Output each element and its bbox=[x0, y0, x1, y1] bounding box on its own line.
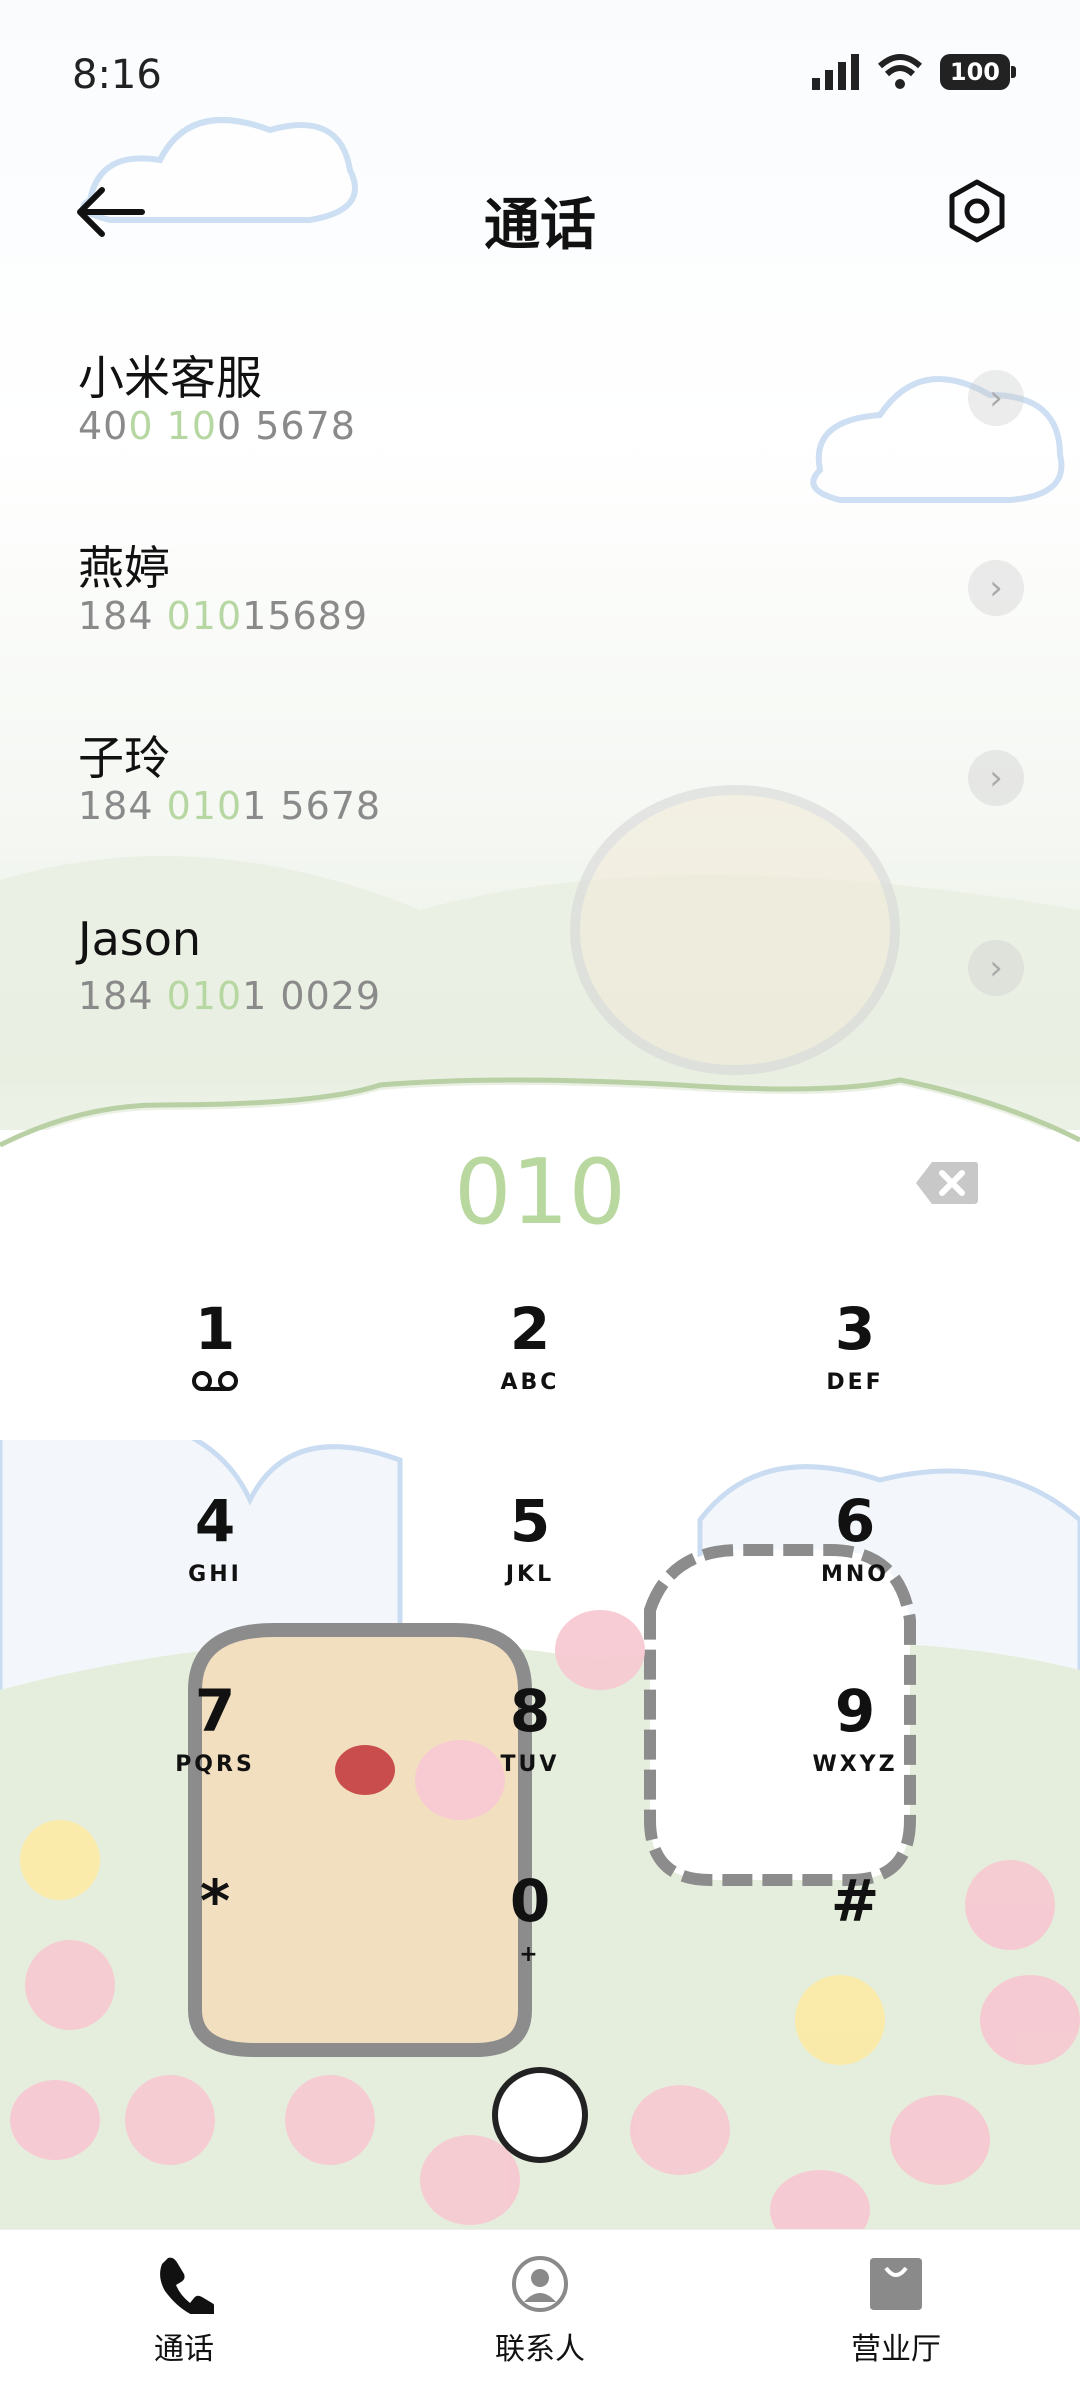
dial-key-digit: # bbox=[830, 1867, 880, 1935]
chevron-right-icon[interactable]: › bbox=[968, 940, 1024, 996]
dial-key-digit: * bbox=[199, 1867, 231, 1935]
dial-key-letters: DEF bbox=[826, 1370, 884, 1395]
dial-key-2[interactable]: 2 ABC bbox=[420, 1300, 640, 1450]
contact-row[interactable]: 小米客服 400 100 5678 › bbox=[0, 320, 1080, 510]
number-segment: 15689 bbox=[242, 594, 369, 638]
dial-key-letters: PQRS bbox=[175, 1752, 255, 1777]
dial-key-7[interactable]: 7 PQRS bbox=[105, 1682, 325, 1832]
dial-key-digit: 2 bbox=[509, 1295, 551, 1363]
chevron-right-icon[interactable]: › bbox=[968, 750, 1024, 806]
dial-key-6[interactable]: 6 MNO bbox=[745, 1492, 965, 1642]
contact-number: 184 01015689 bbox=[78, 594, 368, 638]
dial-key-letters: JKL bbox=[505, 1562, 555, 1587]
dial-key-3[interactable]: 3 DEF bbox=[745, 1300, 965, 1450]
dial-key-star[interactable]: * bbox=[105, 1872, 325, 2022]
dial-key-4[interactable]: 4 GHI bbox=[105, 1492, 325, 1642]
dial-key-digit: 7 bbox=[194, 1677, 236, 1745]
dial-key-5[interactable]: 5 JKL bbox=[420, 1492, 640, 1642]
dial-key-digit: 1 bbox=[194, 1295, 236, 1363]
tab-contacts[interactable]: 联系人 bbox=[440, 2252, 640, 2368]
tab-service-hall-label: 营业厅 bbox=[851, 2332, 941, 2367]
dial-key-letters: + bbox=[519, 1942, 541, 1967]
dial-key-digit: 8 bbox=[509, 1677, 551, 1745]
chevron-right-icon[interactable]: › bbox=[968, 560, 1024, 616]
dial-key-letters: GHI bbox=[188, 1562, 242, 1587]
header: 通话 bbox=[0, 160, 1080, 260]
backspace-icon[interactable] bbox=[914, 1160, 980, 1206]
dial-key-digit: 4 bbox=[194, 1487, 236, 1555]
number-segment: 1 0029 bbox=[242, 974, 382, 1018]
dial-key-letters: WXYZ bbox=[812, 1752, 898, 1777]
dial-key-digit: 6 bbox=[834, 1487, 876, 1555]
tab-calls-label: 通话 bbox=[154, 2332, 214, 2367]
status-time: 8:16 bbox=[72, 52, 162, 98]
dial-key-9[interactable]: 9 WXYZ bbox=[745, 1682, 965, 1832]
number-segment bbox=[154, 404, 167, 448]
chevron-right-icon[interactable]: › bbox=[968, 370, 1024, 426]
dial-key-letters: ABC bbox=[500, 1370, 560, 1395]
contact-row[interactable]: 子玲 184 0101 5678 › bbox=[0, 700, 1080, 890]
number-segment: 0 5678 bbox=[217, 404, 356, 448]
contact-name: 燕婷 bbox=[78, 541, 170, 595]
dial-key-1[interactable]: 1 bbox=[105, 1300, 325, 1450]
dial-key-digit: 3 bbox=[834, 1295, 876, 1363]
contact-number: 184 0101 0029 bbox=[78, 974, 381, 1018]
contact-name: 小米客服 bbox=[78, 351, 262, 405]
status-icons: 100 bbox=[811, 54, 1017, 90]
dial-key-letters: TUV bbox=[500, 1752, 560, 1777]
dial-key-hash[interactable]: # bbox=[745, 1872, 965, 2022]
battery-indicator: 100 bbox=[939, 54, 1017, 90]
number-segment: 184 bbox=[78, 784, 167, 828]
tab-contacts-label: 联系人 bbox=[495, 2332, 585, 2367]
dial-key-0[interactable]: 0 + bbox=[420, 1872, 640, 2022]
dial-key-digit: 0 bbox=[509, 1867, 551, 1935]
number-segment: 010 bbox=[166, 974, 243, 1018]
tab-calls[interactable]: 通话 bbox=[84, 2252, 284, 2368]
bottom-tab-bar: 通话 联系人 营业厅 bbox=[0, 2229, 1080, 2402]
number-segment: 010 bbox=[166, 784, 243, 828]
phone-icon bbox=[160, 2257, 214, 2314]
contact-row[interactable]: 燕婷 184 01015689 › bbox=[0, 510, 1080, 700]
contact-name: 子玲 bbox=[78, 731, 170, 785]
dial-key-digit: 9 bbox=[834, 1677, 876, 1745]
signal-icon bbox=[811, 54, 859, 90]
number-segment: 40 bbox=[78, 404, 129, 448]
bag-icon bbox=[870, 2258, 922, 2310]
contact-number: 184 0101 5678 bbox=[78, 784, 381, 828]
contact-row[interactable]: Jason 184 0101 0029 › bbox=[0, 890, 1080, 1080]
number-segment: 0 bbox=[128, 404, 154, 448]
person-icon bbox=[512, 2256, 568, 2312]
voicemail-icon bbox=[105, 1370, 325, 1398]
status-bar: 8:16 100 bbox=[72, 40, 1017, 110]
contact-name: Jason bbox=[78, 912, 202, 966]
number-segment: 184 bbox=[78, 974, 167, 1018]
contact-suggestions: 小米客服 400 100 5678 › 燕婷 184 01015689 › 子玲 184 01… bbox=[0, 320, 1080, 1080]
dial-key-letters: MNO bbox=[820, 1562, 889, 1587]
number-segment: 10 bbox=[166, 404, 217, 448]
dial-key-digit: 5 bbox=[509, 1487, 551, 1555]
settings-icon[interactable] bbox=[944, 178, 1010, 244]
number-segment: 1 5678 bbox=[242, 784, 382, 828]
dial-key-8[interactable]: 8 TUV bbox=[420, 1682, 640, 1832]
number-segment: 184 bbox=[78, 594, 167, 638]
wifi-icon bbox=[877, 54, 922, 89]
page-title: 通话 bbox=[484, 193, 596, 258]
number-segment: 010 bbox=[166, 594, 243, 638]
contact-number: 400 100 5678 bbox=[78, 404, 356, 448]
tab-service-hall[interactable]: 营业厅 bbox=[796, 2252, 996, 2368]
